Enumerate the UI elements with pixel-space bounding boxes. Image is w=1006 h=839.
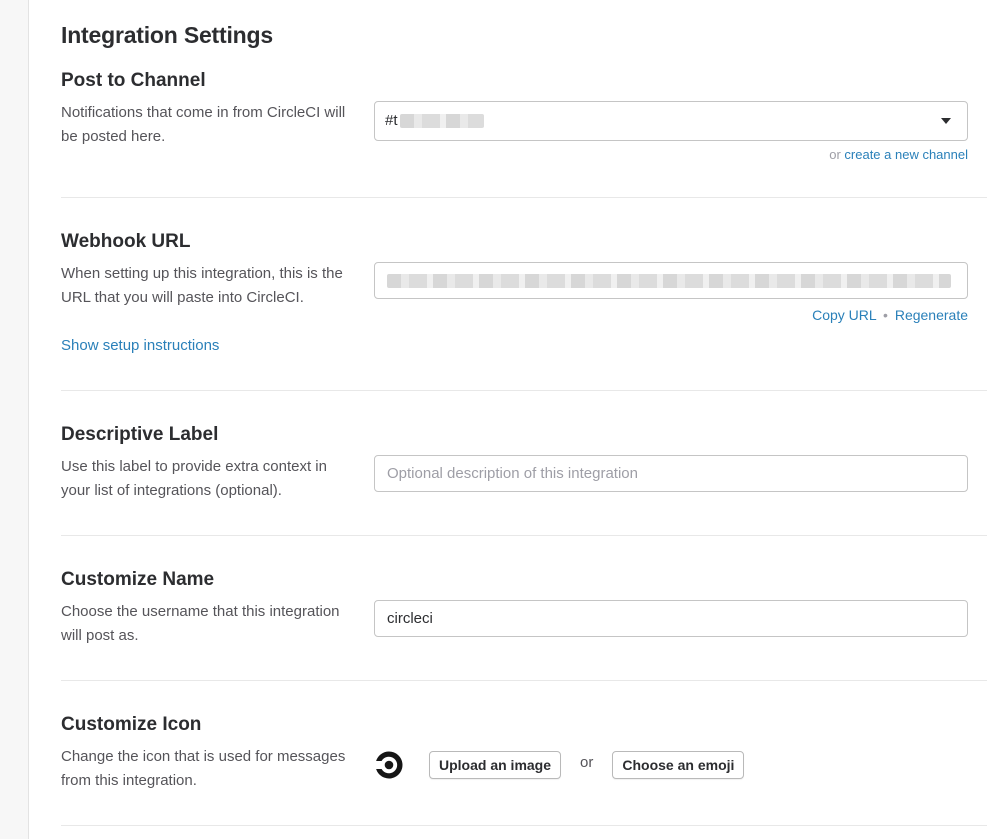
customize-name-field xyxy=(374,600,968,637)
descriptive-label-section: Descriptive Label Use this label to prov… xyxy=(61,390,987,536)
customize-icon-description: Change the icon that is used for message… xyxy=(61,748,346,789)
show-setup-instructions-link[interactable]: Show setup instructions xyxy=(61,334,219,358)
webhook-url-field: Copy URL • Regenerate xyxy=(374,262,968,323)
customize-name-section: Customize Name Choose the username that … xyxy=(61,535,987,681)
settings-content: Integration Settings Post to Channel Not… xyxy=(61,0,987,839)
descriptive-label-title: Descriptive Label xyxy=(61,424,219,445)
create-channel-link[interactable]: create a new channel xyxy=(844,147,968,162)
webhook-url-box[interactable] xyxy=(374,262,968,299)
post-to-channel-section: Post to Channel Notifications that come … xyxy=(61,64,987,198)
redacted-webhook-url xyxy=(387,273,951,288)
webhook-url-section: Webhook URL When setting up this integra… xyxy=(61,197,987,391)
helper-or-text: or xyxy=(829,147,841,162)
choose-emoji-button[interactable]: Choose an emoji xyxy=(612,751,745,779)
separator-dot: • xyxy=(883,307,888,323)
post-to-channel-description: Notifications that come in from CircleCI… xyxy=(61,104,346,145)
regenerate-link[interactable]: Regenerate xyxy=(895,307,968,323)
customize-name-description: Choose the username that this integratio… xyxy=(61,603,340,644)
copy-url-link[interactable]: Copy URL xyxy=(812,307,876,323)
username-input[interactable] xyxy=(374,600,968,637)
customize-icon-section: Customize Icon Change the icon that is u… xyxy=(61,680,987,826)
customize-icon-title: Customize Icon xyxy=(61,714,202,735)
redacted-channel-name xyxy=(399,114,484,129)
webhook-url-description: When setting up this integration, this i… xyxy=(61,265,343,306)
circleci-logo-icon xyxy=(376,751,403,779)
upload-image-button[interactable]: Upload an image xyxy=(429,751,562,779)
channel-field: #t or create a new channel xyxy=(374,101,968,162)
descriptive-label-description: Use this label to provide extra context … xyxy=(61,458,327,499)
icon-options: Upload an image or Choose an emoji xyxy=(374,750,745,780)
webhook-actions: Copy URL • Regenerate xyxy=(812,307,968,323)
page-title: Integration Settings xyxy=(61,22,273,48)
left-rail xyxy=(0,0,29,839)
channel-select[interactable]: #t xyxy=(374,101,968,141)
descriptive-label-input[interactable] xyxy=(374,455,968,492)
webhook-url-title: Webhook URL xyxy=(61,231,191,252)
channel-select-value: #t xyxy=(385,112,398,129)
post-to-channel-title: Post to Channel xyxy=(61,70,206,91)
or-text: or xyxy=(580,753,594,771)
create-channel-helper: or create a new channel xyxy=(829,147,968,162)
caret-down-icon xyxy=(941,118,951,124)
customize-name-title: Customize Name xyxy=(61,569,215,590)
descriptive-label-field xyxy=(374,455,968,492)
